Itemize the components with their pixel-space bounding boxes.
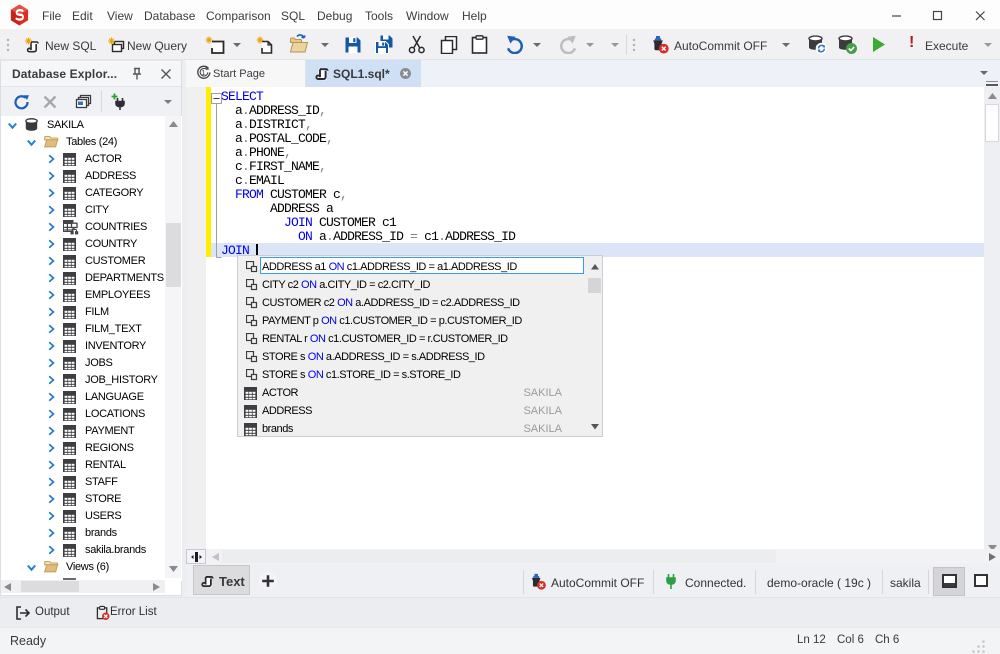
- svg-text:1: 1: [201, 68, 205, 77]
